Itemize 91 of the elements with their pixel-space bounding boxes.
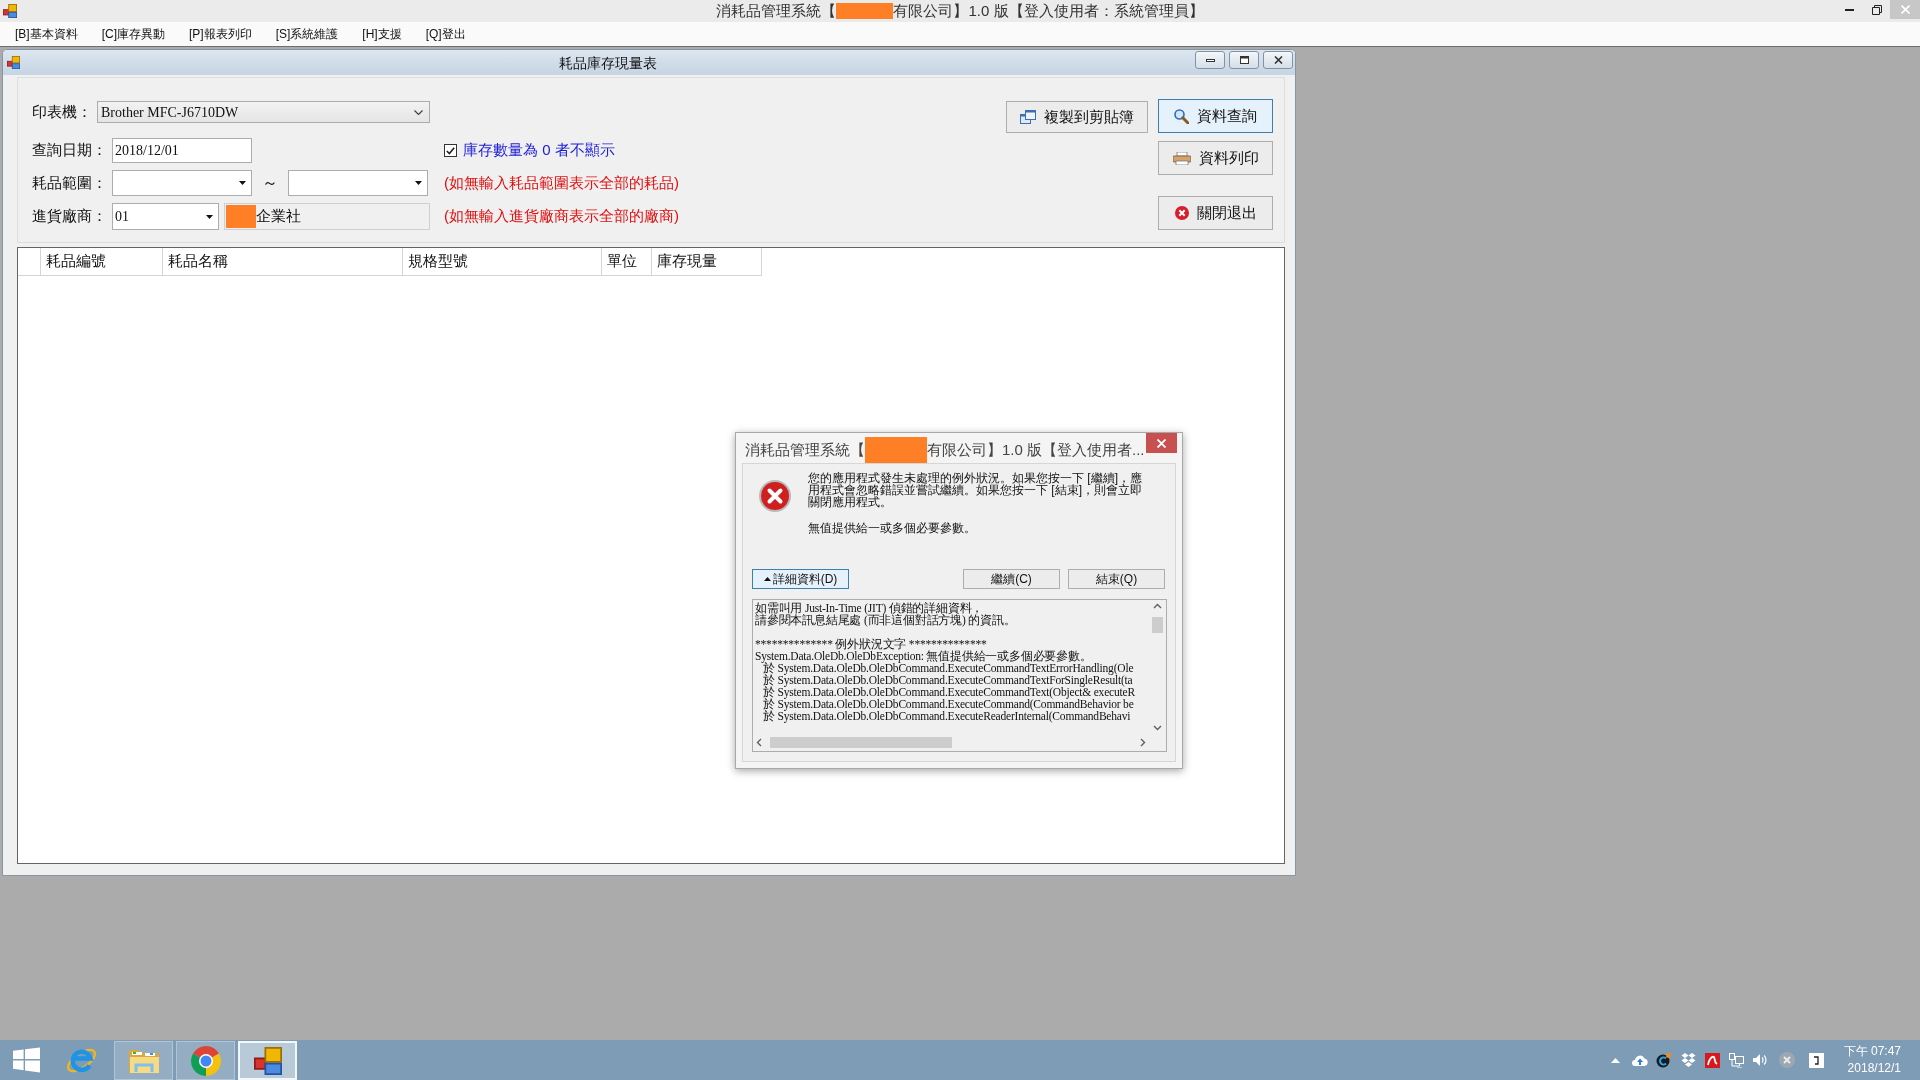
caret-down-icon [206, 214, 213, 219]
chevron-down-icon [414, 109, 423, 115]
error-detail: 無值提供給一或多個必要參數。 [808, 522, 977, 534]
menu-item[interactable]: [Q]登出 [423, 26, 468, 42]
field-label: 查詢日期： [32, 140, 107, 161]
hint-text: (如無輸入進貨廠商表示全部的廠商) [444, 206, 679, 227]
field-label: 進貨廠商： [32, 206, 107, 227]
combo-box[interactable] [112, 170, 252, 196]
column-header[interactable]: 耗品名稱 [163, 248, 403, 276]
bracket-square-icon[interactable] [1808, 1052, 1824, 1068]
child-window-title: 耗品庫存現量表 [558, 53, 657, 72]
details-text: 於 System.Data.OleDb.OleDbCommand.ExecuteCommandTextForSingleResult(ta [763, 674, 1134, 686]
column-header[interactable]: 規格型號 [403, 248, 602, 276]
window-title: 消耗品管理系統【 [716, 1, 837, 21]
close-icon [1273, 56, 1283, 64]
swoosh-tile-icon[interactable] [1704, 1052, 1720, 1068]
details-text: 於 System.Data.OleDb.OleDbCommand.ExecuteReaderInternal(CommandBehavi [763, 710, 1132, 722]
app-icon [7, 56, 20, 69]
dialog-title: 消耗品管理系統【 [745, 440, 865, 460]
toolbar-button[interactable]: 複製到剪貼簿 [1006, 101, 1148, 133]
toolbar-button[interactable]: 關閉退出 [1158, 196, 1273, 230]
toolbar-button[interactable]: 資料查詢 [1158, 99, 1273, 133]
error-icon [759, 480, 791, 512]
close-icon [1157, 438, 1166, 448]
close-button[interactable] [1263, 51, 1293, 69]
minimize-button[interactable] [1195, 51, 1225, 69]
column-header[interactable]: 單位 [602, 248, 652, 276]
column-header[interactable]: 耗品編號 [41, 248, 163, 276]
details-text: 於 System.Data.OleDb.OleDbCommand.ExecuteCommandTextErrorHandling(Ole [763, 662, 1135, 674]
close-button[interactable] [1146, 433, 1177, 453]
dialog-button[interactable]: 繼續(C) [963, 569, 1060, 589]
redaction-block [836, 3, 894, 19]
details-text: 於 System.Data.OleDb.OleDbCommand.ExecuteCommandText(Object& executeR [763, 686, 1136, 698]
squares-icon [253, 1046, 282, 1075]
maximize-button[interactable] [1229, 51, 1259, 69]
minimize-icon[interactable] [1845, 8, 1854, 11]
circle-logo-icon [190, 1045, 221, 1076]
maximize-icon [1239, 56, 1249, 64]
details-text: 請參閱本訊息結尾處 (而非這個對話方塊) 的資訊。 [755, 614, 1017, 626]
field-label: 耗品範圍： [32, 172, 107, 193]
supplier-name-field[interactable]: 企業社 [224, 203, 430, 230]
redaction-block [226, 205, 256, 228]
details-text: ************** 例外狀況文字 ************** [755, 638, 988, 650]
menu-item[interactable]: [C]庫存異動 [99, 26, 167, 42]
cloud-upload-icon[interactable] [1631, 1054, 1648, 1066]
check-icon [446, 146, 455, 155]
monitor-network-icon[interactable] [1728, 1052, 1744, 1068]
supplier-code-combo[interactable]: 01 [112, 203, 219, 230]
menu-item[interactable]: [H]支援 [360, 26, 404, 42]
restore-icon[interactable] [1871, 4, 1882, 15]
app-icon [3, 4, 17, 18]
details-text: System.Data.OleDb.OleDbException: 無值提供給一或多個必要參數。 [755, 650, 1093, 662]
details-text: 如需叫用 Just-In-Time (JIT) 偵錯的詳細資料， [755, 602, 984, 614]
error-message: 您的應用程式發生未處理的例外狀況。如果您按一下 [繼續]，應用程式會忽略錯誤並嘗試繼續。如果您按一下 [結束]，則會立即關閉應用程式。 [808, 472, 1143, 508]
minimize-icon [1205, 58, 1215, 62]
close-icon [1900, 5, 1910, 14]
row-header [18, 248, 41, 276]
speaker-icon[interactable] [1752, 1053, 1767, 1067]
details-textbox[interactable] [752, 599, 1167, 752]
dialog-title: 有限公司】1.0 版【登入使用者... [927, 440, 1145, 460]
stacked-windows-icon [1020, 110, 1036, 124]
taskbar-button[interactable] [176, 1041, 235, 1080]
caret-down-icon [415, 181, 422, 185]
toolbar-button[interactable]: 資料列印 [1158, 141, 1273, 175]
date-input[interactable]: 2018/12/01 [112, 138, 252, 163]
x-circle-icon[interactable] [1778, 1052, 1795, 1068]
redaction-block [865, 437, 927, 463]
checkbox-label[interactable]: 庫存數量為 0 者不顯示 [463, 139, 615, 162]
printer-icon [1172, 151, 1191, 165]
hint-text: (如無輸入耗品範圍表示全部的耗品) [444, 172, 679, 193]
up-caret-icon[interactable] [1610, 1057, 1620, 1063]
x-circle-icon [1174, 206, 1189, 220]
caret-down-icon [239, 181, 246, 185]
checkbox[interactable] [444, 144, 457, 157]
dialog-button[interactable]: 結束(Q) [1068, 569, 1165, 589]
column-header[interactable]: 庫存現量 [652, 248, 762, 276]
range-separator: ～ [262, 173, 278, 193]
combo-box[interactable] [288, 170, 428, 196]
dialog-button[interactable]: 詳細資料(D) [752, 569, 849, 589]
details-text: 於 System.Data.OleDb.OleDbCommand.ExecuteCommand(CommandBehavior be [763, 698, 1135, 710]
ring-icon[interactable] [1655, 1052, 1671, 1068]
window-title: 有限公司】1.0 版【登入使用者：系統管理員】 [893, 1, 1204, 21]
field-label: 印表機： [32, 101, 92, 122]
printer-select[interactable]: Brother MFC-J6710DW [97, 101, 430, 123]
diamond-cluster-icon[interactable] [1680, 1053, 1696, 1067]
menu-item[interactable]: [B]基本資料 [13, 26, 80, 42]
window-panes-icon[interactable] [12, 1047, 40, 1073]
menu-item[interactable]: [P]報表列印 [187, 26, 254, 42]
search-icon [1174, 108, 1189, 124]
folder-icon [127, 1047, 160, 1074]
menu-item[interactable]: [S]系統維護 [273, 26, 341, 42]
